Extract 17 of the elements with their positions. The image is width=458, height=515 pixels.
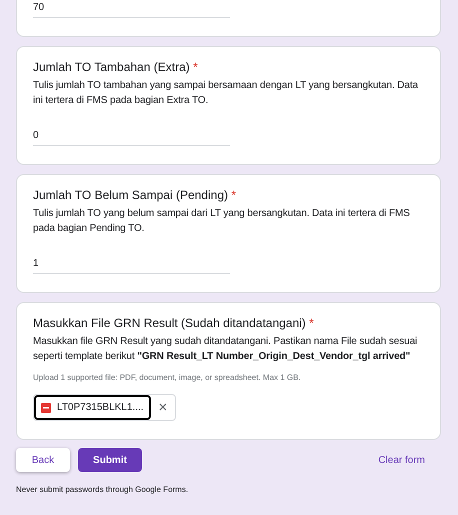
question-description: Masukkan file GRN Result yang sudah ditandatangani. Pastikan nama File sudah sesuai seperti template berikut "GRN Result_LT Number_Origin_Dest_Vendor_tgl arrived" <box>33 335 418 364</box>
remove-file-button[interactable]: × <box>150 400 176 415</box>
answer-field[interactable]: 1 <box>33 256 230 274</box>
back-button[interactable]: Back <box>16 448 70 472</box>
question-title: Jumlah TO Tambahan (Extra) * <box>33 60 199 75</box>
footer-note: Never submit passwords through Google Forms. <box>16 484 190 496</box>
answer-field[interactable]: 70 <box>33 0 230 18</box>
pdf-file-icon <box>41 402 51 412</box>
question-description: Tulis jumlah TO tambahan yang sampai bersamaan dengan LT yang bersangkutan. Data ini tertera di FMS pada bagian Extra TO. <box>33 79 420 108</box>
answer-field[interactable]: 0 <box>33 128 230 146</box>
file-name-button[interactable]: LT0P7315BLKL1.... <box>34 395 151 420</box>
question-title: Masukkan File GRN Result (Sudah ditandatangani) * <box>33 316 315 331</box>
upload-hint: Upload 1 supported file: PDF, document, image, or spreadsheet. Max 1 GB. <box>33 372 302 384</box>
question-title: Jumlah TO Belum Sampai (Pending) * <box>33 188 237 203</box>
clear-form-link[interactable]: Clear form <box>378 452 425 468</box>
submit-button[interactable]: Submit <box>78 448 142 472</box>
question-description: Tulis jumlah TO yang belum sampai dari LT yang bersangkutan. Data ini tertera di FMS pada bagian Pending TO. <box>33 207 411 236</box>
